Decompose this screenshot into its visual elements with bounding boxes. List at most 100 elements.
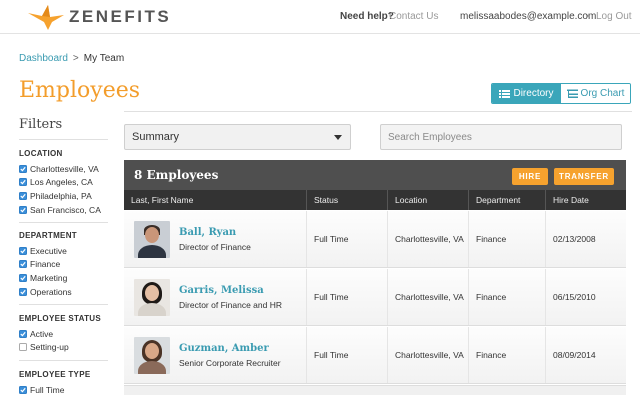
- hire-date-cell: 02/13/2008: [546, 211, 626, 267]
- list-icon: [499, 89, 511, 98]
- employee-name-link[interactable]: Garris, Melissa: [179, 285, 282, 296]
- filters-title: Filters: [19, 117, 63, 132]
- filter-option-label: Executive: [30, 245, 67, 256]
- hire-button[interactable]: HIRE: [512, 168, 548, 185]
- filter-option[interactable]: Active: [19, 327, 114, 341]
- filter-option[interactable]: Charlottesville, VA: [19, 162, 114, 176]
- filter-option-label: Marketing: [30, 272, 68, 283]
- user-email[interactable]: melissaabodes@example.com: [460, 11, 596, 22]
- filter-section-employee-status: EMPLOYEE STATUS Active Setting-up: [19, 314, 114, 354]
- table-row[interactable]: [124, 385, 626, 395]
- employee-name-link[interactable]: Ball, Ryan: [179, 227, 251, 238]
- filter-option[interactable]: Operations: [19, 285, 114, 299]
- search-employees-input[interactable]: [380, 124, 622, 150]
- employee-title: Director of Finance: [179, 241, 251, 252]
- checkbox-checked-icon[interactable]: [19, 178, 27, 187]
- location-cell: Charlottesville, VA: [388, 269, 469, 325]
- filter-option[interactable]: Full Time: [19, 383, 114, 395]
- column-header-name[interactable]: Last, First Name: [124, 190, 307, 210]
- filter-option[interactable]: Philadelphia, PA: [19, 189, 114, 203]
- checkbox-checked-icon[interactable]: [19, 246, 27, 255]
- filter-option[interactable]: Los Angeles, CA: [19, 176, 114, 190]
- org-chart-label: Org Chart: [580, 88, 625, 99]
- column-header-status[interactable]: Status: [307, 190, 388, 210]
- summary-select-value: Summary: [132, 131, 180, 143]
- page-title: Employees: [19, 78, 141, 103]
- filter-divider: [19, 222, 108, 223]
- avatar[interactable]: [134, 220, 170, 258]
- status-cell: Full Time: [307, 327, 388, 383]
- avatar[interactable]: [134, 278, 170, 316]
- filter-option-label: Philadelphia, PA: [30, 190, 92, 201]
- name-cell: Guzman, Amber Senior Corporate Recruiter: [124, 327, 307, 383]
- employee-title: Senior Corporate Recruiter: [179, 357, 281, 368]
- filter-section-department: DEPARTMENT Executive Finance Marketing O…: [19, 231, 114, 298]
- name-cell: Garris, Melissa Director of Finance and …: [124, 269, 307, 325]
- table-row[interactable]: Guzman, Amber Senior Corporate Recruiter…: [124, 327, 626, 384]
- filter-option-label: Operations: [30, 286, 72, 297]
- table-column-headers: Last, First Name Status Location Departm…: [124, 190, 626, 210]
- column-header-hire-date[interactable]: Hire Date: [546, 190, 626, 210]
- filter-section-title: DEPARTMENT: [19, 231, 77, 240]
- filter-option-label: Charlottesville, VA: [30, 163, 99, 174]
- filter-option-label: Finance: [30, 259, 61, 270]
- employee-count: 8 Employees: [134, 168, 219, 182]
- checkbox-checked-icon[interactable]: [19, 329, 27, 338]
- location-cell: Charlottesville, VA: [388, 327, 469, 383]
- checkbox-checked-icon[interactable]: [19, 191, 27, 200]
- column-header-department[interactable]: Department: [469, 190, 546, 210]
- filter-section-employee-type: EMPLOYEE TYPE Full Time: [19, 370, 114, 395]
- department-cell: Finance: [469, 327, 546, 383]
- checkbox-checked-icon[interactable]: [19, 260, 27, 269]
- filter-divider: [19, 360, 108, 361]
- checkbox-checked-icon[interactable]: [19, 164, 27, 173]
- view-toggle: Directory Org Chart: [491, 83, 631, 104]
- employees-table-header: 8 Employees HIRE TRANSFER: [124, 160, 626, 190]
- filter-option[interactable]: Executive: [19, 244, 114, 258]
- employee-title: Director of Finance and HR: [179, 299, 282, 310]
- filter-option[interactable]: Finance: [19, 258, 114, 272]
- hire-date-cell: 08/09/2014: [546, 327, 626, 383]
- need-help-label: Need help?: [340, 11, 394, 22]
- org-chart-icon: [566, 89, 578, 98]
- header-separator: •: [587, 11, 591, 22]
- checkbox-checked-icon[interactable]: [19, 273, 27, 282]
- filter-section-location: LOCATION Charlottesville, VA Los Angeles…: [19, 149, 114, 216]
- filter-option[interactable]: Setting-up: [19, 341, 114, 355]
- filter-option-label: San Francisco, CA: [30, 204, 101, 215]
- summary-select[interactable]: Summary: [124, 124, 351, 150]
- filter-option-label: Full Time: [30, 384, 65, 395]
- department-cell: Finance: [469, 269, 546, 325]
- bird-logo-icon[interactable]: [26, 3, 66, 31]
- employee-name-link[interactable]: Guzman, Amber: [179, 343, 281, 354]
- contact-us-link[interactable]: Contact Us: [389, 11, 438, 22]
- name-cell: Ball, Ryan Director of Finance: [124, 211, 307, 267]
- filter-option[interactable]: San Francisco, CA: [19, 203, 114, 217]
- title-divider: [124, 111, 632, 112]
- filter-option[interactable]: Marketing: [19, 271, 114, 285]
- checkbox-unchecked-icon[interactable]: [19, 343, 27, 352]
- filter-section-title: EMPLOYEE STATUS: [19, 314, 101, 323]
- table-row[interactable]: Ball, Ryan Director of Finance Full Time…: [124, 211, 626, 268]
- checkbox-checked-icon[interactable]: [19, 205, 27, 214]
- logout-link[interactable]: Log Out: [596, 11, 632, 22]
- location-cell: Charlottesville, VA: [388, 211, 469, 267]
- breadcrumb-dashboard-link[interactable]: Dashboard: [19, 53, 68, 64]
- column-header-location[interactable]: Location: [388, 190, 469, 210]
- table-row[interactable]: Garris, Melissa Director of Finance and …: [124, 269, 626, 326]
- filter-divider: [19, 304, 108, 305]
- department-cell: Finance: [469, 211, 546, 267]
- filters-divider: [19, 139, 108, 140]
- brand-wordmark[interactable]: ZENEFITS: [69, 7, 171, 27]
- status-cell: Full Time: [307, 269, 388, 325]
- org-chart-view-button[interactable]: Org Chart: [561, 84, 630, 103]
- checkbox-checked-icon[interactable]: [19, 287, 27, 296]
- transfer-button[interactable]: TRANSFER: [554, 168, 614, 185]
- directory-label: Directory: [513, 88, 554, 99]
- filter-option-label: Active: [30, 328, 54, 339]
- filter-section-title: LOCATION: [19, 149, 63, 158]
- caret-down-icon: [334, 135, 342, 140]
- directory-view-button[interactable]: Directory: [492, 84, 561, 103]
- checkbox-checked-icon[interactable]: [19, 385, 27, 394]
- avatar[interactable]: [134, 336, 170, 374]
